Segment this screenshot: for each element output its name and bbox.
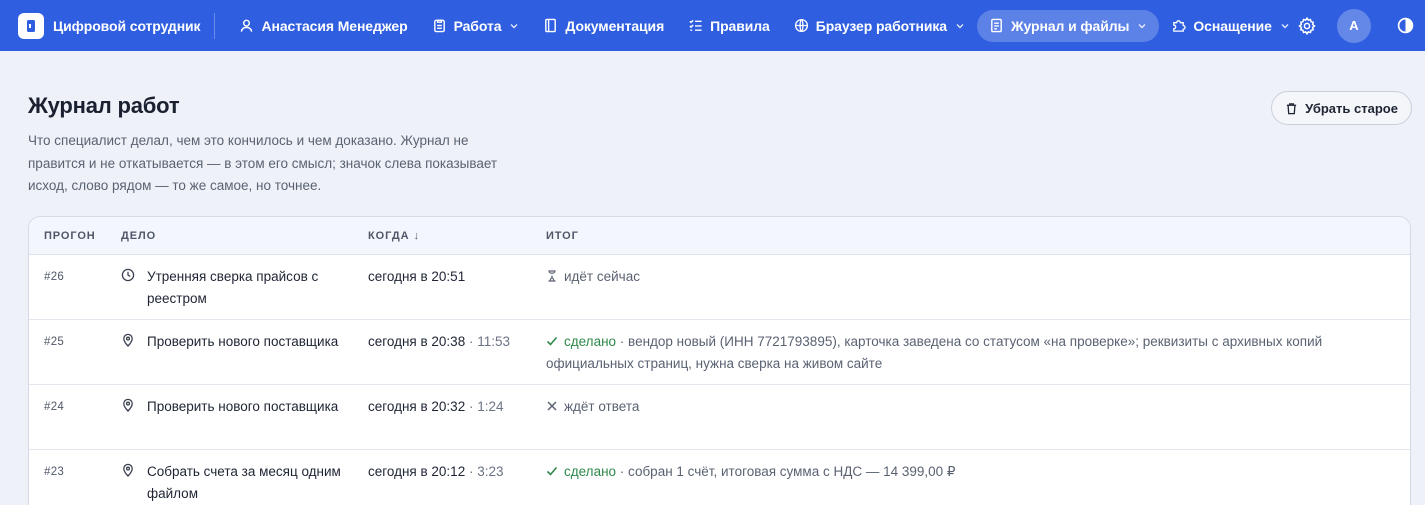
run-duration: · 3:23 [465, 464, 504, 479]
user-icon [239, 18, 254, 33]
nav-item-label: Работа [453, 17, 502, 34]
pin-icon [121, 398, 135, 412]
result-cell: ждёт ответа [546, 396, 1366, 418]
contrast-icon[interactable] [1397, 17, 1414, 34]
task-cell: Утренняя сверка прайсов с реестром [121, 266, 341, 310]
brand-name: Цифровой сотрудник [53, 17, 201, 34]
page-description: Что специалист делал, чем это кончилось … [28, 133, 498, 193]
check-icon [546, 332, 558, 346]
run-duration: · 1:24 [465, 399, 504, 414]
nav-divider [214, 12, 216, 39]
cross-icon [546, 397, 558, 411]
nav-item-label: Браузер работника [815, 17, 947, 34]
globe-icon [794, 18, 809, 33]
nav-item-label: Анастасия Менеджер [261, 17, 408, 34]
nav-item-journal[interactable]: Журнал и файлы [976, 9, 1160, 42]
top-navigation-bar: Цифровой сотрудник Анастасия Менеджер Ра… [0, 0, 1425, 51]
brand-logo-icon [18, 12, 44, 39]
status-label: сделано [564, 464, 617, 479]
task-cell: Проверить нового поставщика [121, 331, 341, 353]
main-nav: Анастасия Менеджер Работа Документация П… [227, 0, 1301, 51]
table-row[interactable]: #25 Проверить нового поставщика сегодня … [29, 320, 1410, 385]
puzzle-icon [1171, 18, 1187, 33]
result-cell: сделано · собран 1 счёт, итоговая сумма … [546, 461, 1366, 483]
run-id: #23 [44, 466, 65, 478]
status-label: ждёт ответа [564, 399, 640, 414]
status-label: сделано [564, 334, 617, 349]
column-header-run: ПРОГОН [44, 230, 96, 242]
table-row[interactable]: #24 Проверить нового поставщика сегодня … [29, 385, 1410, 450]
chevron-down-icon [955, 21, 965, 31]
nav-item-docs[interactable]: Документация [531, 10, 676, 42]
table-row[interactable]: #26 Утренняя сверка прайсов с реестром с… [29, 255, 1410, 320]
task-label[interactable]: Собрать счета за месяц одним файлом [147, 461, 341, 505]
pin-icon [121, 333, 135, 347]
column-header-when[interactable]: КОГДА ↓ [368, 230, 420, 242]
brand[interactable]: Цифровой сотрудник [18, 0, 201, 51]
task-cell: Проверить нового поставщика [121, 396, 341, 418]
run-time: сегодня в 20:32 [368, 399, 466, 414]
result-detail: · вендор новый (ИНН 7721793895), карточк… [546, 334, 1323, 371]
journal-table: ПРОГОН ДЕЛО КОГДА ↓ ИТОГ #26 Утренняя св… [28, 216, 1411, 505]
task-label[interactable]: Проверить нового поставщика [147, 396, 338, 418]
clock-icon [121, 268, 135, 282]
result-cell: идёт сейчас [546, 266, 1366, 288]
table-header: ПРОГОН ДЕЛО КОГДА ↓ ИТОГ [29, 217, 1410, 255]
nav-item-user[interactable]: Анастасия Менеджер [227, 10, 419, 42]
clean-old-button-label: Убрать старое [1305, 100, 1398, 116]
run-id: #25 [44, 336, 65, 348]
run-time: сегодня в 20:38 [368, 334, 466, 349]
table-row[interactable]: #23 Собрать счета за месяц одним файлом … [29, 450, 1410, 505]
when-cell: сегодня в 20:51 [368, 266, 465, 288]
nav-item-label: Оснащение [1193, 17, 1272, 34]
topbar-actions: A [1297, 0, 1425, 51]
column-header-task: ДЕЛО [121, 230, 157, 242]
checklist-icon [688, 18, 703, 33]
status-label: идёт сейчас [564, 269, 640, 284]
when-cell: сегодня в 20:32 · 1:24 [368, 396, 503, 418]
page-title: Журнал работ [28, 93, 180, 118]
nav-item-label: Журнал и файлы [1010, 17, 1130, 34]
document-icon [989, 18, 1004, 33]
nav-item-browser[interactable]: Браузер работника [782, 10, 977, 42]
chevron-down-icon [1280, 21, 1290, 31]
task-label[interactable]: Проверить нового поставщика [147, 331, 338, 353]
run-time: сегодня в 20:51 [368, 269, 466, 284]
result-cell: сделано · вендор новый (ИНН 7721793895),… [546, 331, 1366, 375]
task-label[interactable]: Утренняя сверка прайсов с реестром [147, 266, 341, 310]
chevron-down-icon [1137, 21, 1147, 31]
clipboard-icon [432, 18, 447, 33]
run-id: #24 [44, 401, 65, 413]
nav-item-work[interactable]: Работа [420, 10, 532, 42]
avatar[interactable]: A [1337, 8, 1371, 43]
run-id: #26 [44, 271, 65, 283]
when-cell: сегодня в 20:38 · 11:53 [368, 331, 510, 353]
book-icon [543, 18, 558, 33]
when-cell: сегодня в 20:12 · 3:23 [368, 461, 503, 483]
nav-item-equipment[interactable]: Оснащение [1159, 10, 1301, 42]
gear-icon[interactable] [1297, 16, 1317, 36]
nav-item-rules[interactable]: Правила [676, 10, 782, 42]
column-header-result: ИТОГ [546, 230, 579, 242]
pin-icon [121, 463, 135, 477]
chevron-down-icon [509, 21, 519, 31]
trash-icon [1285, 102, 1298, 115]
nav-item-label: Документация [565, 17, 665, 34]
clean-old-button[interactable]: Убрать старое [1271, 91, 1412, 125]
task-cell: Собрать счета за месяц одним файлом [121, 461, 341, 505]
run-time: сегодня в 20:12 [368, 464, 466, 479]
run-duration: · 11:53 [465, 334, 510, 349]
check-icon [546, 462, 558, 476]
nav-item-label: Правила [710, 17, 770, 34]
hourglass-icon [546, 267, 558, 282]
result-detail: · собран 1 счёт, итоговая сумма с НДС — … [616, 464, 956, 479]
